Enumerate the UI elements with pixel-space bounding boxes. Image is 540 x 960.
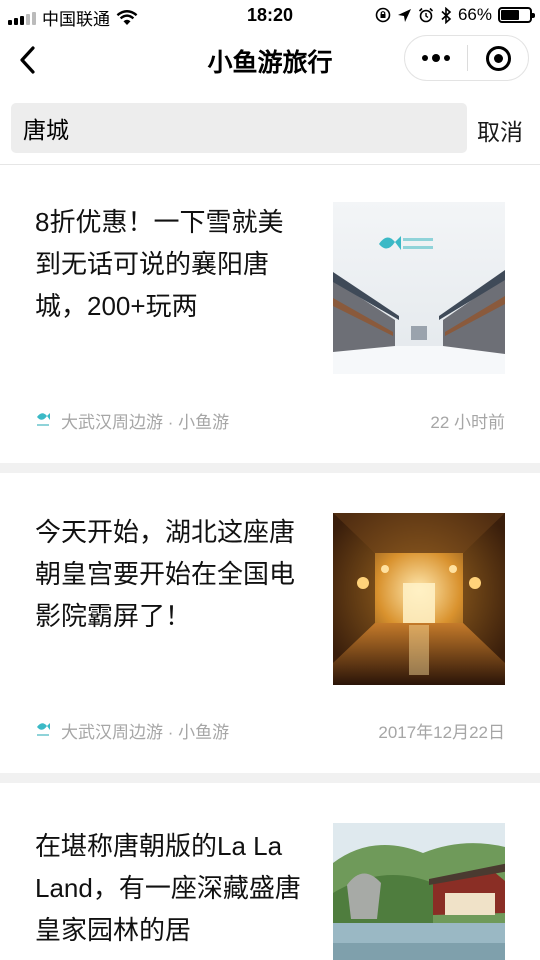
search-bar: 取消 xyxy=(0,101,540,155)
back-button[interactable] xyxy=(12,44,42,76)
article-source: 大武汉周边游 · 小鱼游 xyxy=(61,723,230,742)
location-icon xyxy=(397,8,411,22)
article-title: 在堪称唐朝版的La La Land，有一座深藏盛唐皇家园林的居 xyxy=(35,831,301,945)
source-logo-icon xyxy=(37,723,50,736)
article-card[interactable]: 8折优惠！一下雪就美到无话可说的襄阳唐城，200+玩两 大武汉周边游 · 小鱼游… xyxy=(0,165,540,463)
article-source: 大武汉周边游 · 小鱼游 xyxy=(61,413,230,432)
card-separator xyxy=(0,773,540,783)
article-title: 8折优惠！一下雪就美到无话可说的襄阳唐城，200+玩两 xyxy=(35,207,284,321)
article-thumbnail-garden xyxy=(333,823,505,960)
bluetooth-icon xyxy=(441,6,452,24)
battery-percent: 66% xyxy=(457,5,492,24)
article-meta: 大武汉周边游 · 小鱼游 2017年12月22日 xyxy=(35,717,505,742)
article-time: 22 小时前 xyxy=(430,413,505,432)
nav-bar: 小鱼游旅行 xyxy=(0,30,540,90)
article-title: 今天开始，湖北这座唐朝皇宫要开始在全国电影院霸屏了！ xyxy=(35,517,296,631)
search-box xyxy=(11,103,467,153)
status-bar: 中国联通 18:20 66% xyxy=(0,0,540,30)
article-meta: 大武汉周边游 · 小鱼游 22 小时前 xyxy=(35,407,505,432)
battery-fill xyxy=(501,10,520,20)
rotation-lock-icon xyxy=(375,7,391,23)
battery-icon xyxy=(498,7,535,23)
chevron-left-icon xyxy=(20,46,35,74)
card-separator xyxy=(0,463,540,473)
miniprogram-capsule xyxy=(404,35,529,81)
status-right: 66% xyxy=(375,5,535,25)
article-thumbnail-golden-hall xyxy=(333,513,505,685)
article-card[interactable]: 今天开始，湖北这座唐朝皇宫要开始在全国电影院霸屏了！ 大武汉周边游 · 小鱼游 … xyxy=(0,473,540,773)
alarm-icon xyxy=(418,7,434,23)
more-dots-icon xyxy=(422,55,428,61)
article-time: 2017年12月22日 xyxy=(378,723,505,742)
article-thumbnail-snow-palace xyxy=(333,202,505,374)
cancel-button[interactable]: 取消 xyxy=(477,113,523,147)
target-icon xyxy=(485,45,511,71)
source-logo-icon xyxy=(37,413,50,426)
article-card[interactable]: 在堪称唐朝版的La La Land，有一座深藏盛唐皇家园林的居 xyxy=(0,783,540,960)
more-button[interactable] xyxy=(405,36,467,80)
search-input[interactable] xyxy=(11,103,467,153)
close-miniprogram-button[interactable] xyxy=(468,36,528,80)
